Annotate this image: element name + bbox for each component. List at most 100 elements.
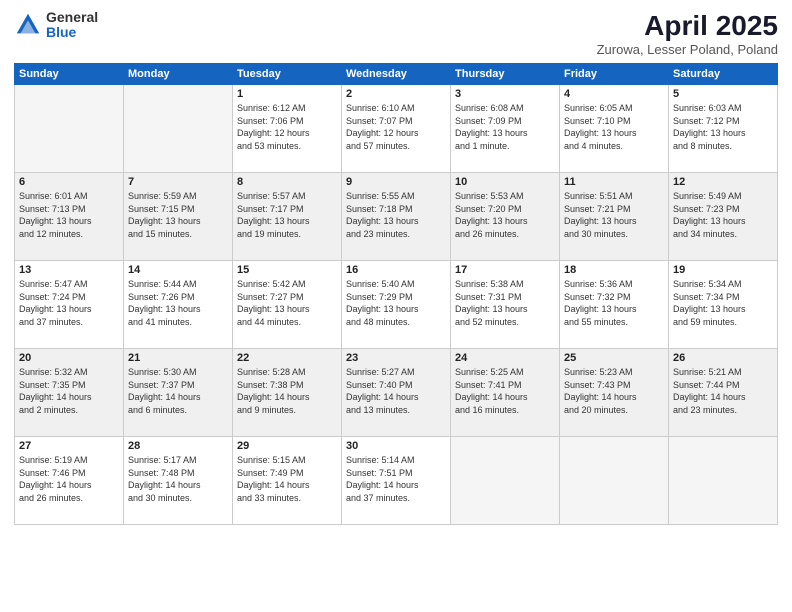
day-info: Sunrise: 5:25 AM Sunset: 7:41 PM Dayligh… bbox=[455, 366, 555, 416]
day-number: 6 bbox=[19, 176, 119, 188]
day-number: 2 bbox=[346, 88, 446, 100]
day-cell: 9 Sunrise: 5:55 AM Sunset: 7:18 PM Daylig… bbox=[342, 173, 451, 261]
day-info: Sunrise: 5:34 AM Sunset: 7:34 PM Dayligh… bbox=[673, 278, 773, 328]
day-number: 5 bbox=[673, 88, 773, 100]
col-monday: Monday bbox=[124, 64, 233, 85]
calendar-title: April 2025 bbox=[597, 10, 778, 42]
day-info: Sunrise: 5:47 AM Sunset: 7:24 PM Dayligh… bbox=[19, 278, 119, 328]
day-number: 14 bbox=[128, 264, 228, 276]
logo-text: General Blue bbox=[46, 10, 98, 41]
day-cell: 11Sunrise: 5:51 AM Sunset: 7:21 PM Dayli… bbox=[560, 173, 669, 261]
week-row-2: 6Sunrise: 6:01 AM Sunset: 7:13 PM Daylig… bbox=[15, 173, 778, 261]
col-sunday: Sunday bbox=[15, 64, 124, 85]
day-cell bbox=[451, 437, 560, 525]
day-info: Sunrise: 5:27 AM Sunset: 7:40 PM Dayligh… bbox=[346, 366, 446, 416]
day-cell: 1Sunrise: 6:12 AM Sunset: 7:06 PM Daylig… bbox=[233, 85, 342, 173]
day-info: Sunrise: 5:57 AM Sunset: 7:17 PM Dayligh… bbox=[237, 190, 337, 240]
day-info: Sunrise: 5:59 AM Sunset: 7:15 PM Dayligh… bbox=[128, 190, 228, 240]
day-cell bbox=[669, 437, 778, 525]
day-info: Sunrise: 5:14 AM Sunset: 7:51 PM Dayligh… bbox=[346, 454, 446, 504]
logo: General Blue bbox=[14, 10, 98, 41]
day-number: 27 bbox=[19, 440, 119, 452]
day-info: Sunrise: 5:40 AM Sunset: 7:29 PM Dayligh… bbox=[346, 278, 446, 328]
logo-blue: Blue bbox=[46, 25, 98, 40]
day-info: Sunrise: 5:17 AM Sunset: 7:48 PM Dayligh… bbox=[128, 454, 228, 504]
day-cell: 23 Sunrise: 5:27 AM Sunset: 7:40 PM Dayli… bbox=[342, 349, 451, 437]
day-info: Sunrise: 6:10 AM Sunset: 7:07 PM Dayligh… bbox=[346, 102, 446, 152]
day-cell: 6Sunrise: 6:01 AM Sunset: 7:13 PM Daylig… bbox=[15, 173, 124, 261]
day-number: 10 bbox=[455, 176, 555, 188]
day-number: 21 bbox=[128, 352, 228, 364]
day-number: 23 bbox=[346, 352, 446, 364]
day-number: 29 bbox=[237, 440, 337, 452]
week-row-4: 20 Sunrise: 5:32 AM Sunset: 7:35 PM Dayli… bbox=[15, 349, 778, 437]
day-cell: 18 Sunrise: 5:36 AM Sunset: 7:32 PM Dayli… bbox=[560, 261, 669, 349]
day-info: Sunrise: 5:53 AM Sunset: 7:20 PM Dayligh… bbox=[455, 190, 555, 240]
title-block: April 2025 Zurowa, Lesser Poland, Poland bbox=[597, 10, 778, 57]
day-number: 4 bbox=[564, 88, 664, 100]
col-saturday: Saturday bbox=[669, 64, 778, 85]
day-cell: 24 Sunrise: 5:25 AM Sunset: 7:41 PM Dayli… bbox=[451, 349, 560, 437]
day-cell: 20 Sunrise: 5:32 AM Sunset: 7:35 PM Dayli… bbox=[15, 349, 124, 437]
day-number: 19 bbox=[673, 264, 773, 276]
day-number: 3 bbox=[455, 88, 555, 100]
day-number: 24 bbox=[455, 352, 555, 364]
day-info: Sunrise: 5:15 AM Sunset: 7:49 PM Dayligh… bbox=[237, 454, 337, 504]
day-cell: 19 Sunrise: 5:34 AM Sunset: 7:34 PM Dayli… bbox=[669, 261, 778, 349]
day-cell: 8Sunrise: 5:57 AM Sunset: 7:17 PM Daylig… bbox=[233, 173, 342, 261]
day-cell: 7 Sunrise: 5:59 AM Sunset: 7:15 PM Daylig… bbox=[124, 173, 233, 261]
day-info: Sunrise: 5:55 AM Sunset: 7:18 PM Dayligh… bbox=[346, 190, 446, 240]
day-info: Sunrise: 6:03 AM Sunset: 7:12 PM Dayligh… bbox=[673, 102, 773, 152]
day-number: 7 bbox=[128, 176, 228, 188]
day-number: 28 bbox=[128, 440, 228, 452]
col-tuesday: Tuesday bbox=[233, 64, 342, 85]
day-cell bbox=[15, 85, 124, 173]
day-info: Sunrise: 5:38 AM Sunset: 7:31 PM Dayligh… bbox=[455, 278, 555, 328]
day-cell: 27 Sunrise: 5:19 AM Sunset: 7:46 PM Dayli… bbox=[15, 437, 124, 525]
day-info: Sunrise: 5:49 AM Sunset: 7:23 PM Dayligh… bbox=[673, 190, 773, 240]
day-number: 25 bbox=[564, 352, 664, 364]
day-cell: 16Sunrise: 5:40 AM Sunset: 7:29 PM Dayli… bbox=[342, 261, 451, 349]
day-number: 20 bbox=[19, 352, 119, 364]
day-cell: 10 Sunrise: 5:53 AM Sunset: 7:20 PM Dayli… bbox=[451, 173, 560, 261]
day-number: 9 bbox=[346, 176, 446, 188]
day-info: Sunrise: 5:42 AM Sunset: 7:27 PM Dayligh… bbox=[237, 278, 337, 328]
day-info: Sunrise: 5:21 AM Sunset: 7:44 PM Dayligh… bbox=[673, 366, 773, 416]
day-number: 22 bbox=[237, 352, 337, 364]
day-cell: 29 Sunrise: 5:15 AM Sunset: 7:49 PM Dayli… bbox=[233, 437, 342, 525]
week-row-1: 1Sunrise: 6:12 AM Sunset: 7:06 PM Daylig… bbox=[15, 85, 778, 173]
day-cell: 4 Sunrise: 6:05 AM Sunset: 7:10 PM Daylig… bbox=[560, 85, 669, 173]
day-info: Sunrise: 5:32 AM Sunset: 7:35 PM Dayligh… bbox=[19, 366, 119, 416]
calendar-table: Sunday Monday Tuesday Wednesday Thursday… bbox=[14, 63, 778, 525]
day-cell: 13Sunrise: 5:47 AM Sunset: 7:24 PM Dayli… bbox=[15, 261, 124, 349]
day-cell: 15 Sunrise: 5:42 AM Sunset: 7:27 PM Dayli… bbox=[233, 261, 342, 349]
day-cell: 25Sunrise: 5:23 AM Sunset: 7:43 PM Dayli… bbox=[560, 349, 669, 437]
day-info: Sunrise: 5:28 AM Sunset: 7:38 PM Dayligh… bbox=[237, 366, 337, 416]
day-cell: 17Sunrise: 5:38 AM Sunset: 7:31 PM Dayli… bbox=[451, 261, 560, 349]
day-cell: 30 Sunrise: 5:14 AM Sunset: 7:51 PM Dayli… bbox=[342, 437, 451, 525]
col-thursday: Thursday bbox=[451, 64, 560, 85]
calendar-subtitle: Zurowa, Lesser Poland, Poland bbox=[597, 42, 778, 57]
day-number: 1 bbox=[237, 88, 337, 100]
week-row-5: 27 Sunrise: 5:19 AM Sunset: 7:46 PM Dayli… bbox=[15, 437, 778, 525]
day-number: 12 bbox=[673, 176, 773, 188]
day-cell: 2 Sunrise: 6:10 AM Sunset: 7:07 PM Daylig… bbox=[342, 85, 451, 173]
header: General Blue April 2025 Zurowa, Lesser P… bbox=[14, 10, 778, 57]
page: General Blue April 2025 Zurowa, Lesser P… bbox=[0, 0, 792, 612]
day-cell: 21 Sunrise: 5:30 AM Sunset: 7:37 PM Dayli… bbox=[124, 349, 233, 437]
day-info: Sunrise: 5:19 AM Sunset: 7:46 PM Dayligh… bbox=[19, 454, 119, 504]
day-cell bbox=[560, 437, 669, 525]
day-number: 15 bbox=[237, 264, 337, 276]
day-info: Sunrise: 5:51 AM Sunset: 7:21 PM Dayligh… bbox=[564, 190, 664, 240]
day-cell: 5 Sunrise: 6:03 AM Sunset: 7:12 PM Daylig… bbox=[669, 85, 778, 173]
day-info: Sunrise: 6:08 AM Sunset: 7:09 PM Dayligh… bbox=[455, 102, 555, 152]
week-row-3: 13Sunrise: 5:47 AM Sunset: 7:24 PM Dayli… bbox=[15, 261, 778, 349]
day-cell bbox=[124, 85, 233, 173]
day-info: Sunrise: 6:05 AM Sunset: 7:10 PM Dayligh… bbox=[564, 102, 664, 152]
day-number: 18 bbox=[564, 264, 664, 276]
day-info: Sunrise: 5:30 AM Sunset: 7:37 PM Dayligh… bbox=[128, 366, 228, 416]
day-info: Sunrise: 5:36 AM Sunset: 7:32 PM Dayligh… bbox=[564, 278, 664, 328]
day-number: 30 bbox=[346, 440, 446, 452]
day-cell: 26Sunrise: 5:21 AM Sunset: 7:44 PM Dayli… bbox=[669, 349, 778, 437]
day-cell: 28 Sunrise: 5:17 AM Sunset: 7:48 PM Dayli… bbox=[124, 437, 233, 525]
